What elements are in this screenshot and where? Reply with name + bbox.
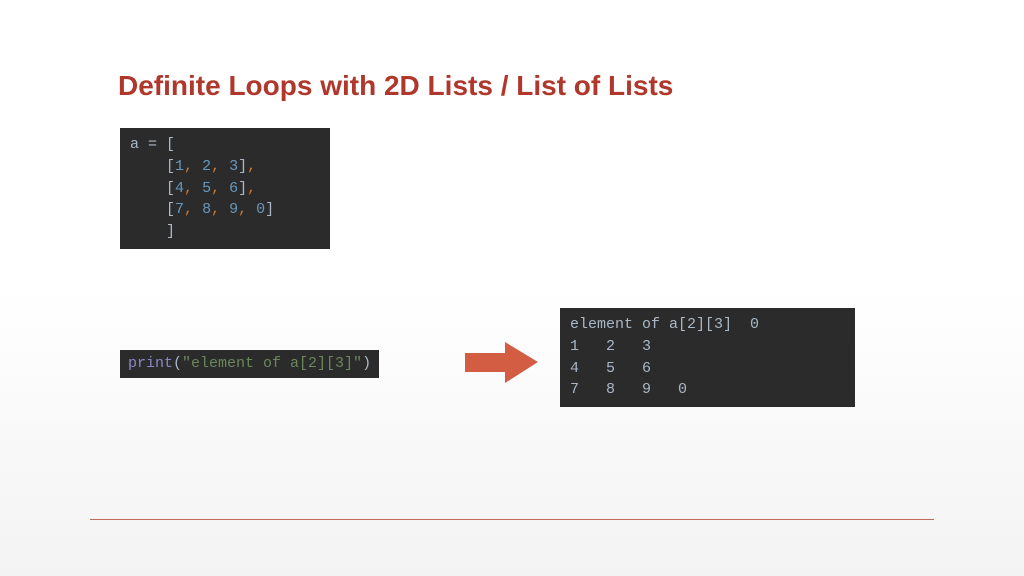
code-token: , [184, 158, 202, 175]
output-line: 1 2 3 [570, 338, 651, 355]
code-token [130, 158, 166, 175]
code-token: ] [265, 201, 274, 218]
code-token: [ [166, 180, 175, 197]
code-token: [ [166, 201, 175, 218]
code-token: , [184, 180, 202, 197]
code-token: 5 [202, 180, 211, 197]
code-token: print [128, 355, 173, 372]
code-token: , [211, 180, 229, 197]
code-token: 3 [229, 158, 238, 175]
code-block-output: element of a[2][3] 0 1 2 3 4 5 6 7 8 9 0 [560, 308, 855, 407]
code-token: ] [238, 158, 247, 175]
code-token: 8 [202, 201, 211, 218]
code-token: 9 [229, 201, 238, 218]
code-token [130, 180, 166, 197]
arrow-right-icon [465, 340, 540, 390]
code-token: 0 [256, 201, 265, 218]
divider [90, 519, 934, 520]
slide-title: Definite Loops with 2D Lists / List of L… [118, 70, 673, 102]
code-token [130, 201, 166, 218]
code-token: ] [166, 223, 175, 240]
code-token: , [184, 201, 202, 218]
output-line: 4 5 6 [570, 360, 651, 377]
code-token: 4 [175, 180, 184, 197]
code-token: 2 [202, 158, 211, 175]
code-token: , [238, 201, 256, 218]
arrow-shape [465, 342, 538, 383]
output-line: element of a[2][3] 0 [570, 316, 759, 333]
code-token: ( [173, 355, 182, 372]
code-token: 6 [229, 180, 238, 197]
code-token: 7 [175, 201, 184, 218]
code-token: , [247, 180, 256, 197]
code-token: ) [362, 355, 371, 372]
code-token [130, 223, 166, 240]
code-token: [ [166, 158, 175, 175]
output-line: 7 8 9 0 [570, 381, 687, 398]
code-token: ] [238, 180, 247, 197]
code-token: "element of a[2][3]" [182, 355, 362, 372]
code-token: , [247, 158, 256, 175]
code-block-definition: a = [ [1, 2, 3], [4, 5, 6], [7, 8, 9, 0]… [120, 128, 330, 249]
code-token: , [211, 158, 229, 175]
code-token: 1 [175, 158, 184, 175]
code-token: a [130, 136, 139, 153]
code-token: , [211, 201, 229, 218]
code-token: [ [166, 136, 175, 153]
code-token: = [139, 136, 166, 153]
code-block-print: print("element of a[2][3]") [120, 350, 379, 378]
